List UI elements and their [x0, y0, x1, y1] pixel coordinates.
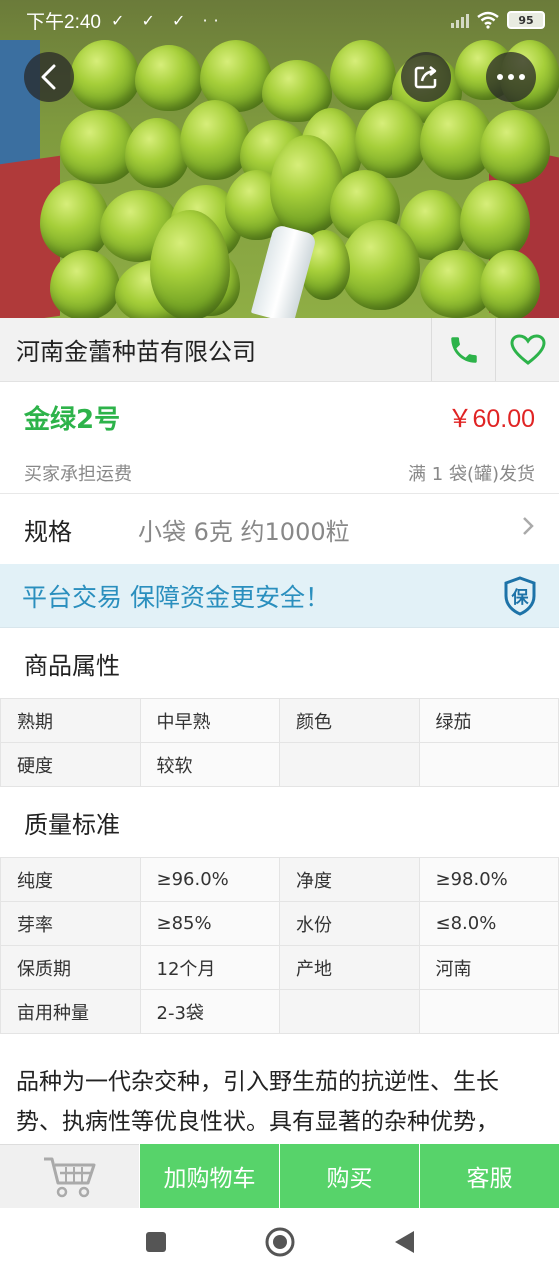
attribute-row: 熟期 中早熟 颜色 绿茄 [0, 698, 559, 743]
back-arrow-icon [41, 64, 56, 90]
eggplant [50, 250, 120, 318]
attr-key: 硬度 [0, 742, 141, 787]
eggplant [180, 100, 250, 180]
attr-value: ≥98.0% [418, 857, 559, 902]
attr-value: 较软 [139, 742, 280, 787]
action-bar: 加购物车 购买 客服 [0, 1144, 559, 1208]
company-row: 河南金蕾种苗有限公司 [0, 318, 559, 382]
status-bar: 下午2:40 ✓ ✓ ✓ ·· 95 [0, 0, 559, 40]
cart-button[interactable] [0, 1144, 139, 1208]
attr-key: 水份 [279, 901, 420, 946]
attr-key: 芽率 [0, 901, 141, 946]
more-button[interactable] [486, 52, 536, 102]
quality-row: 纯度 ≥96.0% 净度 ≥98.0% [0, 857, 559, 902]
spec-selector[interactable]: 规格 小袋 6克 约1000粒 [0, 496, 559, 562]
call-button[interactable] [431, 318, 495, 381]
attr-value [418, 742, 559, 787]
attributes-title: 商品属性 [0, 628, 559, 698]
attr-value: 中早熟 [139, 698, 280, 743]
attr-value: 12个月 [139, 945, 280, 990]
share-button[interactable] [401, 52, 451, 102]
home-button[interactable] [264, 1226, 296, 1262]
product-name: 金绿2号 [24, 404, 121, 435]
min-order: 满 1 袋(罐)发货 [408, 463, 535, 485]
square-icon [145, 1232, 166, 1252]
triangle-back-icon [394, 1231, 414, 1253]
attr-value: ≥85% [139, 901, 280, 946]
attr-key: 纯度 [0, 857, 141, 902]
attr-key: 颜色 [279, 698, 420, 743]
heart-icon [509, 333, 546, 365]
quality-title: 质量标准 [0, 787, 559, 857]
more-icon [497, 74, 525, 80]
guarantee-text: 平台交易 保障资金更安全！ [22, 582, 330, 612]
attr-key [279, 989, 420, 1034]
cart-icon [43, 1157, 95, 1197]
eggplant [40, 180, 110, 260]
attr-key: 熟期 [0, 698, 141, 743]
attr-key: 产地 [279, 945, 420, 990]
spec-value: 小袋 6克 约1000粒 [138, 517, 350, 546]
system-nav-bar [0, 1208, 559, 1280]
attr-value: ≤8.0% [418, 901, 559, 946]
company-name[interactable]: 河南金蕾种苗有限公司 [0, 332, 431, 367]
battery-icon: 95 [507, 11, 545, 29]
product-description: 品种为一代杂交种，引入野生茄的抗逆性、生长势、执病性等优良性状。具有显著的杂种优… [16, 1069, 499, 1135]
spec-label: 规格 [24, 517, 72, 546]
attr-value: 河南 [418, 945, 559, 990]
eggplant [340, 220, 420, 310]
quality-row: 保质期 12个月 产地 河南 [0, 945, 559, 990]
quality-row: 亩用种量 2-3袋 [0, 989, 559, 1034]
attributes-table: 熟期 中早熟 颜色 绿茄 硬度 较软 [0, 698, 559, 787]
eggplant [70, 40, 140, 110]
add-to-cart-button[interactable]: 加购物车 [139, 1144, 279, 1208]
wifi-icon [477, 11, 499, 29]
signal-icon [451, 12, 469, 28]
eggplant [355, 100, 427, 178]
status-time: 下午2:40 [26, 11, 101, 33]
product-header: 金绿2号 ￥60.00 [0, 382, 559, 452]
product-image[interactable] [0, 0, 559, 318]
shield-badge-char: 保 [511, 587, 529, 608]
customer-service-button[interactable]: 客服 [419, 1144, 559, 1208]
phone-icon [450, 336, 477, 363]
attr-value: 绿茄 [418, 698, 559, 743]
quality-row: 芽率 ≥85% 水份 ≤8.0% [0, 901, 559, 946]
eggplant [125, 118, 189, 188]
notification-icons: ✓ ✓ ✓ ·· [110, 10, 225, 30]
attr-key [279, 742, 420, 787]
back-nav-button[interactable] [392, 1229, 416, 1259]
attribute-row: 硬度 较软 [0, 742, 559, 787]
quality-table: 纯度 ≥96.0% 净度 ≥98.0% 芽率 ≥85% 水份 ≤8.0% 保质期 12个月 产地 河南… [0, 857, 559, 1034]
product-price: ￥60.00 [447, 405, 535, 433]
circle-home-icon [265, 1227, 294, 1257]
shipping-info: 买家承担运费 满 1 袋(罐)发货 [0, 452, 559, 494]
share-icon [414, 66, 437, 89]
shield-bao-icon: 保 [503, 575, 537, 616]
attr-key: 保质期 [0, 945, 141, 990]
attr-key: 亩用种量 [0, 989, 141, 1034]
eggplant [480, 110, 550, 184]
attr-value: ≥96.0% [139, 857, 280, 902]
eggplant [480, 250, 540, 318]
guarantee-banner[interactable]: 平台交易 保障资金更安全！ 保 [0, 564, 559, 628]
buy-button[interactable]: 购买 [279, 1144, 419, 1208]
back-button[interactable] [24, 52, 74, 102]
attr-key: 净度 [279, 857, 420, 902]
attr-value: 2-3袋 [139, 989, 280, 1034]
favorite-button[interactable] [495, 318, 559, 381]
recents-button[interactable] [144, 1230, 168, 1258]
chevron-right-icon [521, 515, 535, 543]
eggplant [135, 45, 203, 111]
shipping-note: 买家承担运费 [24, 463, 132, 485]
eggplant [460, 180, 530, 260]
attr-value [418, 989, 559, 1034]
